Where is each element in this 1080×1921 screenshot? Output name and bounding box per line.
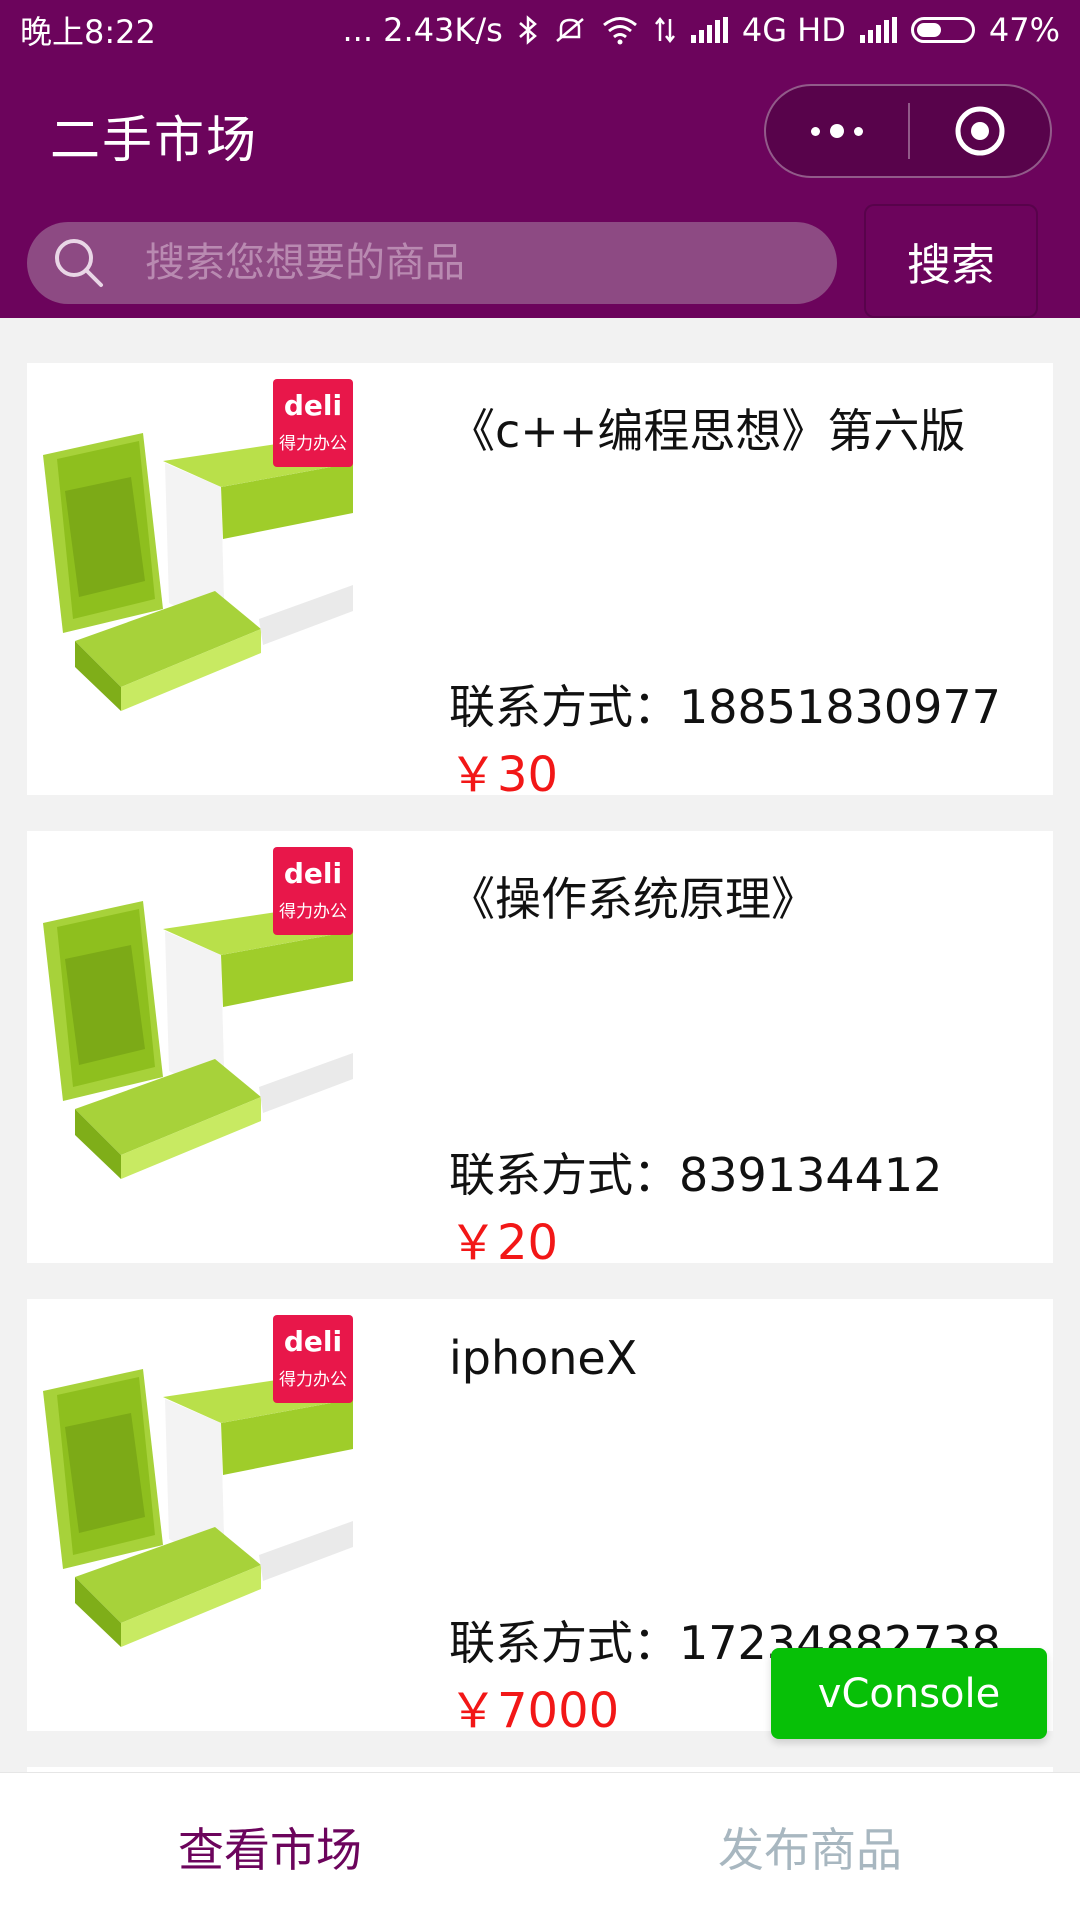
more-menu-button[interactable] — [766, 86, 908, 176]
signal-icon-2 — [859, 17, 897, 43]
vconsole-button[interactable]: vConsole — [771, 1648, 1047, 1739]
tab-market[interactable]: 查看市场 — [0, 1773, 540, 1921]
tab-publish[interactable]: 发布商品 — [540, 1773, 1080, 1921]
page-title: 二手市场 — [50, 111, 258, 169]
data-transfer-icon — [653, 15, 677, 45]
product-contact: 联系方式：18851830977 — [449, 680, 1001, 734]
svg-text:deli: deli — [284, 857, 342, 890]
status-time: 晚上8:22 — [20, 13, 156, 51]
network-type: 4G HD — [741, 11, 846, 49]
net-speed: ... 2.43K/s — [342, 11, 503, 49]
bottom-tab-bar: 查看市场 发布商品 — [0, 1772, 1080, 1921]
app-header: 二手市场 搜索 — [0, 60, 1080, 318]
status-icons: ... 2.43K/s 4G HD 47% — [342, 11, 1060, 49]
close-mini-program-button[interactable] — [910, 86, 1050, 176]
search-icon — [55, 239, 103, 287]
target-close-icon — [955, 106, 1005, 156]
battery-icon — [910, 17, 975, 43]
product-price: ￥20 — [449, 1215, 559, 1271]
wifi-icon — [601, 15, 639, 45]
product-contact: 联系方式：839134412 — [449, 1148, 943, 1202]
mini-program-capsule — [764, 84, 1052, 178]
svg-text:deli: deli — [284, 389, 342, 422]
product-price: ￥7000 — [449, 1683, 620, 1739]
search-bar — [27, 222, 837, 304]
product-title: iphoneX — [449, 1331, 638, 1385]
dot-icon — [830, 124, 844, 138]
mute-icon — [553, 15, 587, 45]
bluetooth-icon — [517, 15, 539, 45]
product-card[interactable]: deli 得力办公 《操作系统原理》 联系方式：839134412 ￥20 — [27, 831, 1053, 1271]
signal-icon — [690, 17, 728, 43]
svg-text:得力办公: 得力办公 — [279, 902, 347, 922]
dot-icon — [854, 126, 863, 136]
svg-text:deli: deli — [284, 1325, 342, 1358]
search-input[interactable] — [143, 239, 837, 287]
status-bar: 晚上8:22 ... 2.43K/s 4G HD 47% — [0, 0, 1080, 60]
dot-icon — [811, 126, 820, 136]
product-title: 《操作系统原理》 — [449, 872, 817, 926]
svg-text:得力办公: 得力办公 — [279, 434, 347, 454]
svg-text:得力办公: 得力办公 — [279, 1370, 347, 1390]
product-image: deli 得力办公 — [35, 1307, 437, 1723]
search-button[interactable]: 搜索 — [864, 204, 1038, 318]
product-card[interactable]: deli 得力办公 《c++编程思想》第六版 联系方式：18851830977 … — [27, 363, 1053, 803]
battery-percent: 47% — [988, 11, 1060, 49]
product-image: deli 得力办公 — [35, 371, 437, 787]
product-title: 《c++编程思想》第六版 — [449, 404, 966, 458]
product-image: deli 得力办公 — [35, 839, 437, 1255]
product-price: ￥30 — [449, 747, 559, 803]
